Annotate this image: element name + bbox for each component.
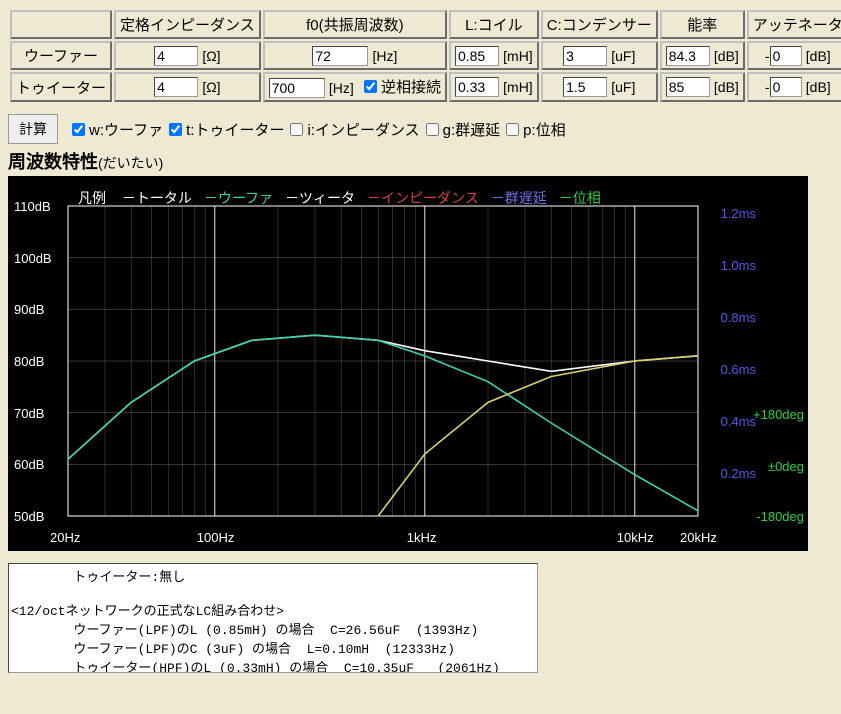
header-coil: L:コイル [449,10,539,39]
check-g-box[interactable] [426,123,439,136]
chart-legend: 凡例 －トータル －ウーファ －ツィータ －インピーダンス －群遅延 －位相 [78,188,625,208]
coil-input[interactable] [455,46,499,66]
y-right-deg-tick: +180deg [753,407,804,422]
param-row-0: ウーファー [Ω] [Hz] [mH] [uF] [dB]- [dB] [10,41,841,70]
legend-item: －ツィータ [285,190,355,206]
efficiency-unit: [dB] [714,79,739,95]
header-impedance: 定格インピーダンス [114,10,261,39]
y-right-ms-tick: 0.2ms [721,466,756,481]
efficiency-unit: [dB] [714,48,739,64]
check-w[interactable]: w:ウーファ [66,119,163,140]
check-g[interactable]: g:群遅延 [420,119,501,140]
row-name: ウーファー [10,41,112,70]
atten-unit: [dB] [806,79,831,95]
check-p[interactable]: p:位相 [500,119,566,140]
frequency-response-chart: 凡例 －トータル －ウーファ －ツィータ －インピーダンス －群遅延 －位相 110dB 1… [8,176,808,551]
y-left-tick: 80dB [14,354,44,369]
check-t[interactable]: t:トゥイーター [163,119,284,140]
y-right-ms-tick: 0.6ms [721,362,756,377]
y-left-tick: 90dB [14,302,44,317]
controls-row: 計算 w:ウーファt:トゥイーターi:インピーダンスg:群遅延p:位相 [8,114,833,144]
y-left-tick: 60dB [14,457,44,472]
check-t-box[interactable] [169,123,182,136]
header-efficiency: 能率 [660,10,745,39]
f0-unit: [Hz] [329,80,354,96]
legend-item: －インピーダンス [367,190,479,206]
y-right-deg-tick: -180deg [756,509,804,524]
f0-input[interactable] [269,78,325,98]
param-row-1: トゥイーター [Ω] [Hz] 逆相接続 [mH] [uF] [dB]- [dB… [10,72,841,102]
coil-input[interactable] [455,77,499,97]
y-right-deg-tick: ±0deg [768,459,804,474]
impedance-input[interactable] [154,77,198,97]
y-left-tick: 70dB [14,406,44,421]
parameter-table: 定格インピーダンス f0(共振周波数) L:コイル C:コンデンサー 能率 アッ… [8,8,841,104]
section-title: 周波数特性(だいたい) [8,148,833,174]
capacitor-input[interactable] [563,77,607,97]
results-textarea[interactable] [8,563,538,673]
x-tick: 20kHz [680,530,717,545]
y-left-tick: 50dB [14,509,44,524]
header-blank [10,10,112,39]
efficiency-input[interactable] [666,77,710,97]
check-p-box[interactable] [506,123,519,136]
y-right-ms-tick: 0.8ms [721,310,756,325]
f0-unit: [Hz] [372,48,397,64]
legend-item: －ウーファ [204,190,273,206]
legend-item: －トータル [122,190,192,206]
header-attenuator: アッテネータ [747,10,841,39]
section-title-main: 周波数特性 [8,152,98,172]
check-i[interactable]: i:インピーダンス [284,119,419,140]
f0-input[interactable] [312,46,368,66]
capacitor-unit: [uF] [611,48,635,64]
impedance-input[interactable] [154,46,198,66]
atten-input[interactable] [770,46,802,66]
reverse-phase-checkbox[interactable] [364,80,377,93]
coil-unit: [mH] [503,48,533,64]
header-f0: f0(共振周波数) [263,10,447,39]
atten-unit: [dB] [806,48,831,64]
check-w-box[interactable] [72,123,85,136]
legend-item: －位相 [559,190,601,206]
capacitor-unit: [uF] [611,79,635,95]
header-capacitor: C:コンデンサー [541,10,658,39]
impedance-unit: [Ω] [202,48,220,64]
row-name: トゥイーター [10,72,112,102]
coil-unit: [mH] [503,79,533,95]
legend-item: －群遅延 [491,190,547,206]
y-right-ms-tick: 1.0ms [721,258,756,273]
y-right-ms-tick: 0.4ms [721,414,756,429]
impedance-unit: [Ω] [202,79,220,95]
header-row: 定格インピーダンス f0(共振周波数) L:コイル C:コンデンサー 能率 アッ… [10,10,841,39]
legend-label: 凡例 [78,190,106,206]
calc-button[interactable]: 計算 [8,114,58,144]
x-tick: 20Hz [50,530,80,545]
check-i-box[interactable] [290,123,303,136]
x-tick: 1kHz [407,530,437,545]
y-right-ms-tick: 1.2ms [721,206,756,221]
x-tick: 10kHz [617,530,654,545]
reverse-phase-label[interactable]: 逆相接続 [358,76,441,97]
y-left-tick: 110dB [14,199,51,214]
section-title-sub: (だいたい) [98,155,163,171]
efficiency-input[interactable] [666,46,710,66]
x-tick: 100Hz [197,530,235,545]
y-left-tick: 100dB [14,251,52,266]
capacitor-input[interactable] [563,46,607,66]
atten-input[interactable] [770,77,802,97]
